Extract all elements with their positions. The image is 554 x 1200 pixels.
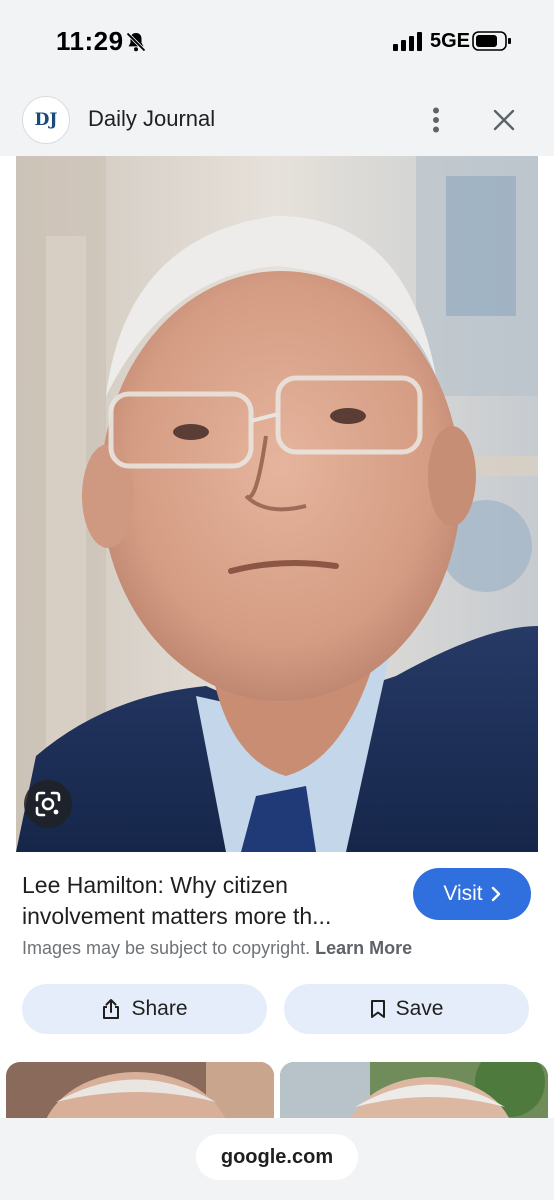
bookmark-icon	[370, 1000, 385, 1018]
share-icon	[103, 999, 120, 1019]
more-options-button[interactable]	[416, 100, 456, 140]
result-title[interactable]: Lee Hamilton: Why citizen involvement ma…	[22, 870, 392, 932]
share-button[interactable]: Share	[22, 984, 267, 1034]
visit-label: Visit	[443, 882, 483, 905]
close-icon	[493, 109, 515, 131]
save-button[interactable]: Save	[284, 984, 529, 1034]
network-type: 5GE	[430, 30, 471, 52]
portrait-photo	[16, 156, 538, 852]
more-vert-icon	[433, 107, 439, 133]
cellular-signal-icon	[393, 32, 422, 51]
close-button[interactable]	[484, 100, 524, 140]
battery-icon	[472, 31, 511, 51]
bottom-url-bar: google.com	[0, 1118, 554, 1200]
visit-button[interactable]: Visit	[413, 868, 531, 920]
learn-more-link[interactable]: Learn More	[315, 938, 412, 958]
share-label: Share	[131, 997, 188, 1020]
status-bar: 11:29 5GE	[0, 0, 554, 84]
copyright-text: Images may be subject to copyright.	[22, 938, 311, 958]
save-label: Save	[395, 997, 444, 1020]
google-lens-button[interactable]	[24, 780, 72, 828]
copyright-notice: Images may be subject to copyright. Lear…	[22, 938, 412, 959]
source-logo[interactable]: DJ	[22, 96, 70, 144]
bell-slash-icon	[126, 32, 146, 52]
source-name[interactable]: Daily Journal	[88, 106, 215, 132]
domain-pill[interactable]: google.com	[196, 1134, 358, 1180]
source-header: DJ Daily Journal	[0, 84, 554, 156]
image-viewer-screen: 11:29 5GE DJ Daily Journal Lee Hamilton:…	[0, 0, 554, 1200]
google-lens-icon	[35, 791, 61, 817]
status-time: 11:29	[56, 26, 124, 56]
chevron-right-icon	[491, 886, 500, 902]
main-image[interactable]	[16, 156, 538, 852]
